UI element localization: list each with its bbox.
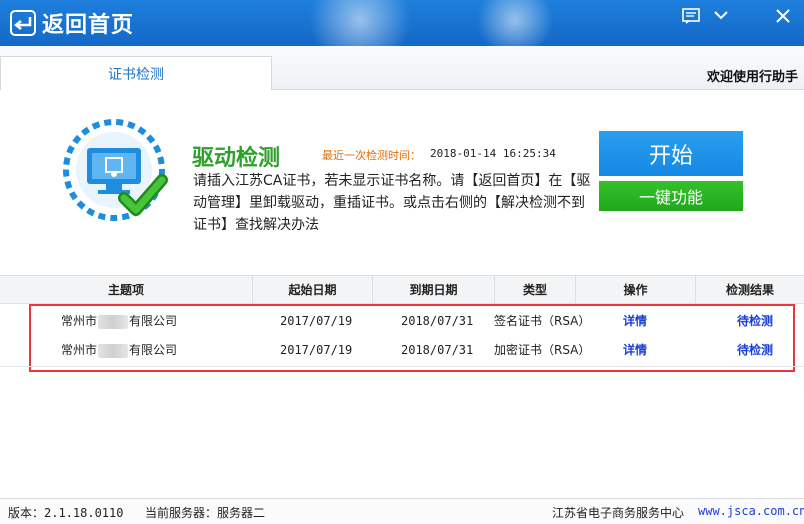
welcome-text: 欢迎使用行助手: [706, 70, 798, 85]
tab-cert-check[interactable]: 证书检测: [0, 56, 272, 90]
col-subject: 主题项: [0, 276, 253, 304]
table-divider: [0, 366, 804, 367]
last-check-time: 2018-01-14 16:25:34: [430, 147, 556, 160]
decor-sparkle: [300, 0, 420, 46]
driver-check-title: 驱动检测: [192, 146, 281, 171]
tab-cert-check-label: 证书检测: [108, 66, 164, 83]
current-server-text: 当前服务器：服务器二: [145, 506, 266, 520]
version-text: 版本：2.1.18.0110: [8, 506, 124, 520]
title-bar: 返回首页: [0, 0, 804, 46]
close-icon[interactable]: [772, 6, 794, 26]
col-action: 操作: [576, 276, 696, 304]
col-result: 检测结果: [725, 283, 774, 297]
driver-monitor-icon: [63, 119, 168, 221]
start-button[interactable]: 开始: [599, 131, 743, 176]
highlight-annotation-box: [29, 304, 795, 372]
org-name: 江苏省电子商务服务中心: [552, 506, 685, 520]
decor-sparkle: [470, 0, 560, 46]
last-check-label: 最近一次检测时间：: [322, 149, 421, 162]
back-arrow-icon: [10, 10, 36, 36]
status-bar: 版本：2.1.18.0110 当前服务器：服务器二 江苏省电子商务服务中心 ww…: [0, 498, 804, 524]
minimize-icon[interactable]: [710, 6, 732, 26]
col-start-date: 起始日期: [253, 276, 373, 304]
driver-check-instruction: 请插入江苏CA证书，若未显示证书名称。请【返回首页】在【驱动管理】里卸载驱动，重…: [193, 173, 591, 233]
col-type: 类型: [495, 276, 576, 304]
col-end-date: 到期日期: [373, 276, 495, 304]
back-home-label: 返回首页: [42, 13, 135, 38]
back-home-button[interactable]: 返回首页: [10, 7, 134, 39]
cert-table-header: 主题项 起始日期 到期日期 类型 操作 检测结果: [0, 275, 804, 304]
website-link[interactable]: www.jsca.com.cn: [698, 504, 804, 518]
tab-bar: 证书检测 欢迎使用行助手: [0, 46, 804, 90]
message-icon[interactable]: [680, 6, 702, 26]
one-key-function-button[interactable]: 一键功能: [599, 181, 743, 211]
